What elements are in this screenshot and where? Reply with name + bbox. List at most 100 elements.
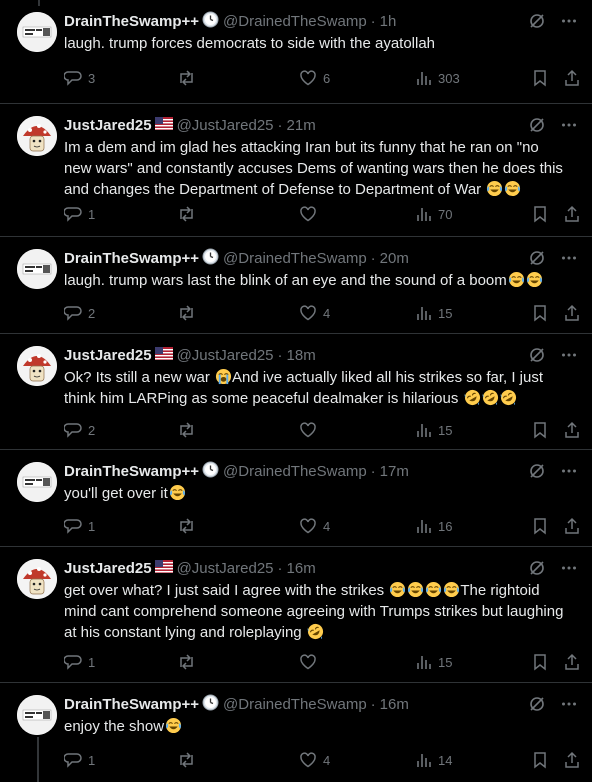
author-handle[interactable]: @DrainedTheSwamp: [223, 12, 367, 32]
repost-button[interactable]: [177, 421, 202, 439]
share-icon: [565, 653, 579, 670]
author-name[interactable]: JustJared25: [64, 346, 152, 366]
repost-button[interactable]: [177, 517, 202, 535]
grok-icon[interactable]: [528, 559, 546, 577]
grok-icon[interactable]: [528, 695, 546, 713]
repost-button[interactable]: [177, 304, 202, 322]
post[interactable]: DrainTheSwamp++ @DrainedTheSwamp · 17m y…: [0, 450, 592, 547]
like-button[interactable]: [299, 205, 323, 223]
more-options-icon[interactable]: [560, 695, 578, 713]
views-button[interactable]: 16: [416, 518, 452, 534]
post-text-line: Im a dem and im glad hes attacking Iran …: [64, 139, 539, 156]
share-button[interactable]: [564, 421, 580, 439]
more-options-icon[interactable]: [560, 249, 578, 267]
post[interactable]: JustJared25 @JustJared25 · 18m Ok? Its s…: [0, 334, 592, 450]
post-text: Ok? Its still a new war And ive actually…: [64, 367, 578, 409]
author-handle[interactable]: @JustJared25: [177, 559, 274, 579]
share-button[interactable]: [564, 69, 580, 87]
bookmark-button[interactable]: [532, 653, 548, 671]
like-button[interactable]: 6: [299, 69, 330, 87]
bookmark-button[interactable]: [532, 421, 548, 439]
reply-button[interactable]: 1: [64, 751, 95, 769]
more-options-icon[interactable]: [560, 462, 578, 480]
heart-icon: [300, 752, 316, 768]
reply-button[interactable]: 1: [64, 517, 95, 535]
author-handle[interactable]: @JustJared25: [177, 116, 274, 136]
avatar-drainedtheswamp[interactable]: [17, 12, 57, 52]
author-handle[interactable]: @DrainedTheSwamp: [223, 462, 367, 482]
reply-button[interactable]: 3: [64, 69, 95, 87]
reply-button[interactable]: 1: [64, 653, 95, 671]
author-name[interactable]: DrainTheSwamp++: [64, 249, 199, 269]
views-button[interactable]: 303: [416, 70, 460, 86]
author-name[interactable]: DrainTheSwamp++: [64, 12, 199, 32]
repost-button[interactable]: [177, 751, 202, 769]
views-button[interactable]: 70: [416, 206, 452, 222]
like-button[interactable]: 4: [299, 304, 330, 322]
author-handle[interactable]: @DrainedTheSwamp: [223, 249, 367, 269]
avatar-drainedtheswamp[interactable]: [17, 462, 57, 502]
author-name[interactable]: DrainTheSwamp++: [64, 695, 199, 715]
share-button[interactable]: [564, 517, 580, 535]
views-button[interactable]: 15: [416, 305, 452, 321]
views-count: 15: [438, 305, 453, 321]
post[interactable]: DrainTheSwamp++ @DrainedTheSwamp · 16m e…: [0, 683, 592, 782]
post-time[interactable]: 18m: [287, 346, 316, 366]
author-handle[interactable]: @DrainedTheSwamp: [223, 695, 367, 715]
post[interactable]: JustJared25 @JustJared25 · 21m Im a dem …: [0, 104, 592, 237]
views-button[interactable]: 14: [416, 752, 452, 768]
share-button[interactable]: [564, 304, 580, 322]
post-time[interactable]: 1h: [380, 12, 397, 32]
more-options-icon[interactable]: [560, 559, 578, 577]
bookmark-button[interactable]: [532, 304, 548, 322]
avatar-justjared25[interactable]: [17, 559, 57, 599]
bookmark-button[interactable]: [532, 205, 548, 223]
post-time[interactable]: 16m: [287, 559, 316, 579]
avatar-drainedtheswamp[interactable]: [17, 249, 57, 289]
grok-icon[interactable]: [528, 462, 546, 480]
post[interactable]: DrainTheSwamp++ @DrainedTheSwamp · 1h la…: [0, 0, 592, 104]
author-name[interactable]: JustJared25: [64, 116, 152, 136]
views-button[interactable]: 15: [416, 654, 452, 670]
post-time[interactable]: 21m: [287, 116, 316, 136]
reply-button[interactable]: 2: [64, 421, 95, 439]
separator-dot: ·: [277, 347, 283, 364]
reply-button[interactable]: 2: [64, 304, 95, 322]
post-time[interactable]: 16m: [380, 695, 409, 715]
more-options-icon[interactable]: [560, 346, 578, 364]
like-button[interactable]: 4: [299, 751, 330, 769]
like-count: 4: [323, 752, 331, 768]
avatar-drainedtheswamp[interactable]: [17, 695, 57, 735]
share-button[interactable]: [564, 751, 580, 769]
bookmark-button[interactable]: [532, 751, 548, 769]
like-button[interactable]: [299, 421, 323, 439]
post-time[interactable]: 20m: [380, 249, 409, 269]
grok-icon[interactable]: [528, 249, 546, 267]
author-handle[interactable]: @JustJared25: [177, 346, 274, 366]
bookmark-button[interactable]: [532, 69, 548, 87]
avatar-justjared25[interactable]: [17, 116, 57, 156]
repost-button[interactable]: [177, 69, 202, 87]
author-name[interactable]: JustJared25: [64, 559, 152, 579]
bookmark-button[interactable]: [532, 517, 548, 535]
repost-button[interactable]: [177, 653, 202, 671]
post[interactable]: JustJared25 @JustJared25 · 16m get over …: [0, 547, 592, 683]
avatar-justjared25[interactable]: [17, 346, 57, 386]
grok-icon[interactable]: [528, 346, 546, 364]
grok-icon[interactable]: [528, 116, 546, 134]
author-name[interactable]: DrainTheSwamp++: [64, 462, 199, 482]
share-icon: [565, 421, 579, 438]
more-options-icon[interactable]: [560, 12, 578, 30]
like-button[interactable]: [299, 653, 323, 671]
views-button[interactable]: 15: [416, 422, 452, 438]
like-button[interactable]: 4: [299, 517, 330, 535]
reply-button[interactable]: 1: [64, 205, 95, 223]
grok-icon[interactable]: [528, 12, 546, 30]
share-button[interactable]: [564, 205, 580, 223]
share-button[interactable]: [564, 653, 580, 671]
post[interactable]: DrainTheSwamp++ @DrainedTheSwamp · 20m l…: [0, 237, 592, 334]
tears-of-joy-emoji-icon: [408, 581, 424, 598]
more-options-icon[interactable]: [560, 116, 578, 134]
repost-button[interactable]: [177, 205, 202, 223]
post-time[interactable]: 17m: [380, 462, 409, 482]
